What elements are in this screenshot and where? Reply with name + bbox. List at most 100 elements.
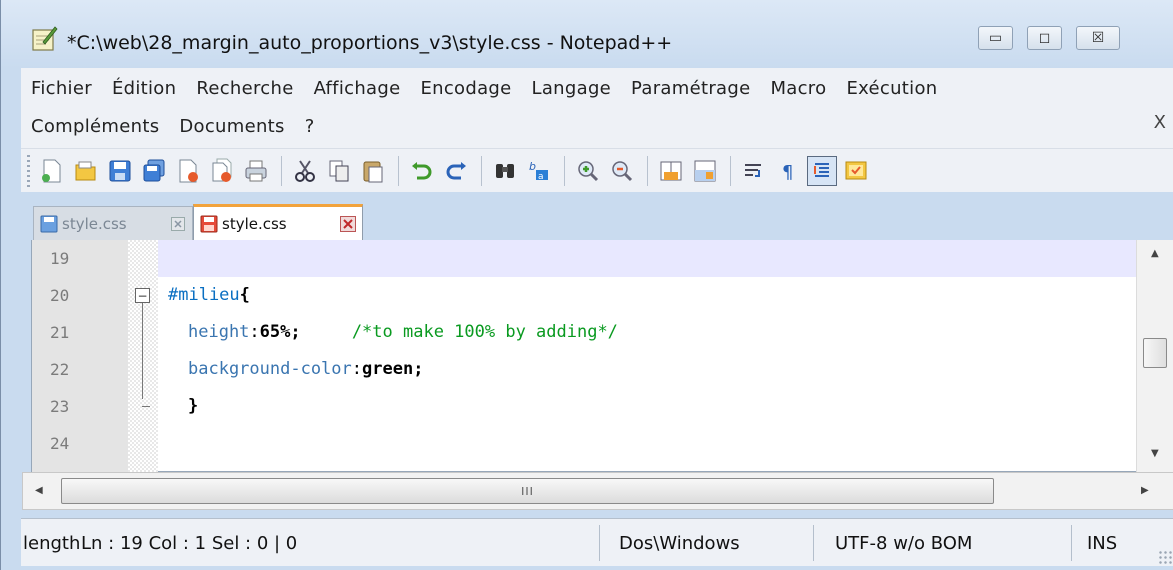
save-all-icon[interactable] bbox=[139, 156, 169, 186]
fold-guide-line bbox=[142, 303, 143, 399]
menu-langage[interactable]: Langage bbox=[522, 78, 622, 99]
code-line[interactable]: #milieu{ bbox=[158, 277, 1136, 314]
close-window-button[interactable]: ☒ bbox=[1076, 26, 1120, 50]
toolbar-separator bbox=[647, 155, 648, 186]
code-text: background-color:green; bbox=[188, 359, 423, 379]
toolbar-separator bbox=[730, 155, 731, 186]
save-icon[interactable] bbox=[105, 156, 135, 186]
scroll-right-icon[interactable]: ▶ bbox=[1141, 485, 1149, 496]
menu-dition[interactable]: Édition bbox=[102, 78, 186, 99]
toolbar-separator bbox=[564, 155, 565, 186]
menu-encodage[interactable]: Encodage bbox=[410, 78, 521, 99]
code-line[interactable] bbox=[158, 425, 1136, 462]
fold-margin[interactable] bbox=[128, 240, 158, 472]
scroll-down-icon[interactable]: ▼ bbox=[1151, 448, 1159, 459]
tab-style-css-saved[interactable]: style.css bbox=[33, 206, 193, 240]
sync-horizontal-icon[interactable] bbox=[690, 156, 720, 186]
replace-icon[interactable]: ba bbox=[524, 156, 554, 186]
notepad-app-icon bbox=[32, 26, 58, 51]
sync-vertical-icon[interactable] bbox=[656, 156, 686, 186]
find-icon[interactable] bbox=[490, 156, 520, 186]
status-divider bbox=[1071, 525, 1072, 561]
indent-guide-icon[interactable] bbox=[807, 155, 837, 186]
tab-style-css-active[interactable]: style.css bbox=[193, 204, 363, 240]
tab-bar: style.css style.css bbox=[21, 200, 1173, 240]
toolbar-separator bbox=[481, 155, 482, 186]
cut-icon[interactable] bbox=[290, 156, 320, 186]
status-divider bbox=[599, 525, 600, 561]
print-icon[interactable] bbox=[241, 156, 271, 186]
line-number: 21 bbox=[50, 323, 70, 342]
menu-macro[interactable]: Macro bbox=[760, 78, 836, 99]
scroll-up-icon[interactable]: ▲ bbox=[1151, 248, 1159, 259]
fold-toggle-icon[interactable]: − bbox=[135, 288, 150, 303]
code-text: height:65%; /*to make 100% by adding*/ bbox=[188, 322, 618, 342]
open-file-icon[interactable] bbox=[71, 156, 101, 186]
toolbar-separator bbox=[398, 155, 399, 186]
code-token-sel: #milieu bbox=[168, 285, 240, 305]
code-line[interactable]: } bbox=[158, 388, 1136, 425]
unsaved-file-icon bbox=[200, 215, 218, 232]
horizontal-scrollbar[interactable]: ◀ III ▶ bbox=[22, 472, 1173, 510]
tab-label: style.css bbox=[62, 214, 127, 233]
show-all-chars-icon[interactable]: ¶ bbox=[773, 156, 803, 186]
vertical-scrollbar[interactable]: ▲ ▼ bbox=[1136, 240, 1173, 472]
svg-text:a: a bbox=[538, 172, 544, 182]
menu-compl-ments[interactable]: Compléments bbox=[21, 116, 169, 137]
menu-param-trage[interactable]: Paramétrage bbox=[621, 78, 760, 99]
minimize-button[interactable]: ▭ bbox=[978, 26, 1013, 50]
status-encoding: UTF-8 w/o BOM bbox=[835, 532, 973, 554]
line-number: 19 bbox=[50, 249, 70, 268]
new-file-icon[interactable] bbox=[37, 156, 67, 186]
close-window-icon: ☒ bbox=[1091, 30, 1105, 46]
title-bar[interactable]: *C:\web\28_margin_auto_proportions_v3\st… bbox=[1, 0, 1173, 68]
status-insert-mode[interactable]: INS bbox=[1087, 519, 1137, 567]
status-length: length bbox=[23, 532, 81, 554]
code-line[interactable]: background-color:green; bbox=[158, 351, 1136, 388]
code-text: } bbox=[188, 396, 198, 416]
undo-icon[interactable] bbox=[407, 156, 437, 186]
close-document-button[interactable]: X bbox=[1154, 112, 1166, 133]
menu-documents[interactable]: Documents bbox=[169, 116, 294, 137]
current-code-line[interactable] bbox=[158, 240, 1136, 277]
horizontal-scroll-thumb[interactable]: III bbox=[61, 478, 994, 504]
close-icon[interactable] bbox=[173, 156, 203, 186]
scroll-left-icon[interactable]: ◀ bbox=[35, 485, 43, 496]
notepadpp-window: *C:\web\28_margin_auto_proportions_v3\st… bbox=[0, 0, 1173, 570]
svg-text:¶: ¶ bbox=[782, 162, 793, 183]
toolbar-separator bbox=[281, 155, 282, 186]
toolbar: ba ¶ bbox=[21, 148, 1173, 192]
tab-close-icon[interactable] bbox=[340, 215, 356, 232]
menu-recherche[interactable]: Recherche bbox=[186, 78, 303, 99]
close-all-icon[interactable] bbox=[207, 156, 237, 186]
saved-file-icon bbox=[40, 215, 58, 232]
scroll-grip: III bbox=[521, 484, 534, 498]
zoom-out-icon[interactable] bbox=[607, 156, 637, 186]
tab-close-icon[interactable] bbox=[170, 216, 186, 232]
code-token-brace: { bbox=[239, 285, 250, 305]
vertical-scroll-thumb[interactable] bbox=[1143, 338, 1167, 368]
menu-ex-cution[interactable]: Exécution bbox=[836, 78, 947, 99]
toolbar-grip[interactable] bbox=[27, 155, 30, 187]
code-token-comment: /*to make 100% by adding*/ bbox=[351, 322, 618, 342]
resize-grip-icon[interactable] bbox=[1158, 550, 1172, 564]
menu-help[interactable]: ? bbox=[295, 116, 325, 137]
code-line[interactable]: height:65%; /*to make 100% by adding*/ bbox=[158, 314, 1136, 351]
code-editor[interactable]: 19 20 #milieu{21 height:65%; /*to make 100%… bbox=[31, 240, 1173, 472]
status-position: Ln : 19 Col : 1 Sel : 0 | 0 bbox=[81, 532, 298, 554]
status-bar: length Ln : 19 Col : 1 Sel : 0 | 0 Dos\W… bbox=[21, 518, 1173, 566]
user-language-icon[interactable] bbox=[841, 156, 871, 186]
menu-affichage[interactable]: Affichage bbox=[304, 78, 411, 99]
maximize-button[interactable]: ◻ bbox=[1027, 26, 1062, 50]
code-token-colon: : bbox=[351, 359, 363, 379]
menu-row-secondary: Compléments Documents? bbox=[21, 108, 325, 144]
zoom-in-icon[interactable] bbox=[573, 156, 603, 186]
word-wrap-icon[interactable] bbox=[739, 156, 769, 186]
menu-fichier[interactable]: Fichier bbox=[21, 78, 102, 99]
paste-icon[interactable] bbox=[358, 156, 388, 186]
code-token-prop: background-color bbox=[188, 359, 352, 379]
redo-icon[interactable] bbox=[441, 156, 471, 186]
line-number: 20 bbox=[50, 286, 70, 305]
copy-icon[interactable] bbox=[324, 156, 354, 186]
